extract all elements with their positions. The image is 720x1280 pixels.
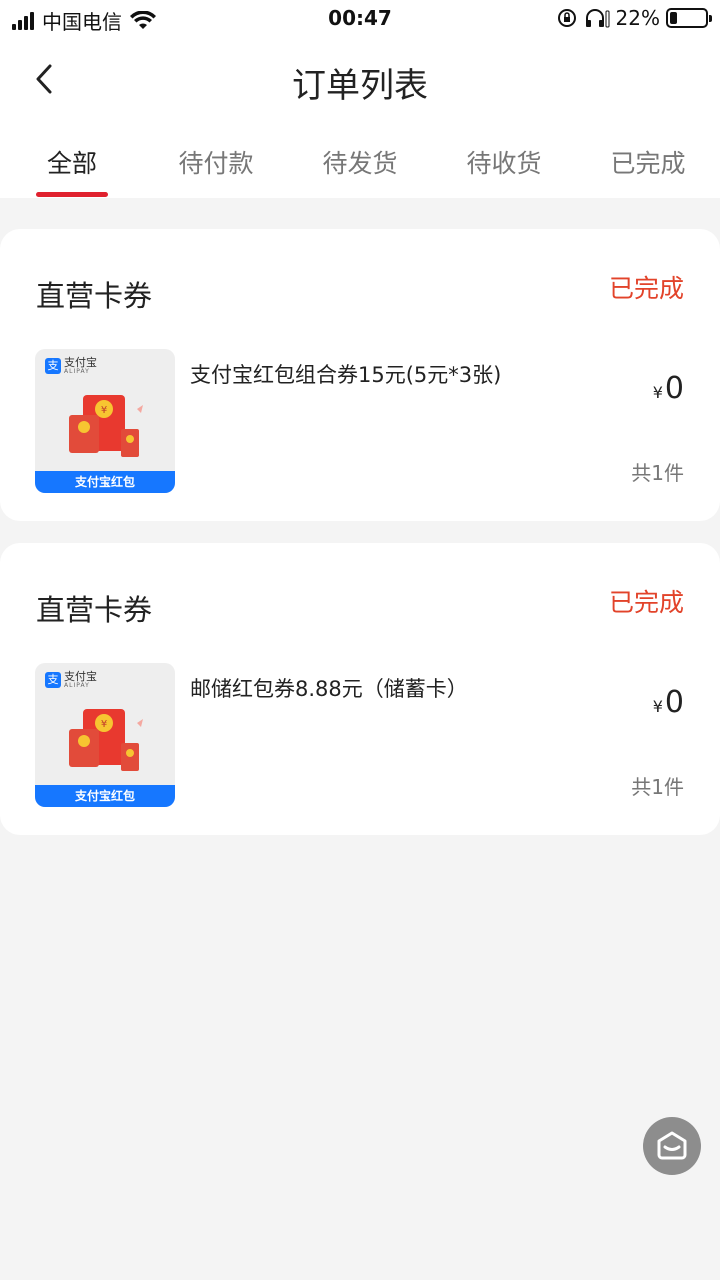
order-card[interactable]: 直营卡券 已完成 支 支付宝 ALIPAY ¥ 支付宝红包 邮储红包券8.88元…	[0, 543, 720, 835]
home-icon	[657, 1131, 687, 1160]
tab-pending-payment[interactable]: 待付款	[144, 124, 288, 198]
order-tabs: 全部 待付款 待发货 待收货 已完成	[0, 124, 720, 198]
tab-label: 待发货	[322, 149, 398, 178]
thumb-logo-sub: ALIPAY	[64, 368, 90, 375]
currency-symbol: ¥	[652, 697, 663, 716]
price-value: 0	[664, 371, 684, 406]
svg-text:¥: ¥	[101, 405, 107, 416]
alipay-logo: 支 支付宝 ALIPAY	[45, 357, 97, 375]
item-count: 共1件	[631, 775, 684, 799]
shop-name: 直营卡券	[36, 593, 153, 627]
shop-name: 直营卡券	[36, 279, 153, 313]
order-status: 已完成	[608, 274, 684, 303]
battery-fill	[670, 12, 677, 24]
tab-pending-shipment[interactable]: 待发货	[288, 124, 432, 198]
nav-bar: 订单列表	[0, 36, 720, 124]
tab-label: 全部	[46, 149, 97, 178]
alipay-logo: 支 支付宝 ALIPAY	[45, 671, 97, 689]
tab-all[interactable]: 全部	[0, 124, 144, 198]
red-envelope-icon: ¥	[69, 709, 143, 771]
tab-label: 已完成	[610, 149, 686, 178]
battery-percent: 22%	[615, 6, 660, 30]
tab-label: 待收货	[466, 149, 542, 178]
tab-completed[interactable]: 已完成	[576, 124, 720, 198]
product-name: 支付宝红包组合券15元(5元*3张)	[190, 363, 502, 387]
order-card[interactable]: 直营卡券 已完成 支 支付宝 ALIPAY ¥ 支付宝红包 支付宝红包组合券15…	[0, 229, 720, 521]
price: ¥0	[653, 685, 684, 720]
battery-icon	[666, 8, 712, 28]
product-name: 邮储红包券8.88元（储蓄卡）	[190, 677, 468, 701]
thumb-logo-sub: ALIPAY	[64, 682, 90, 689]
alipay-icon: 支	[45, 672, 61, 688]
status-right: 22%	[556, 6, 712, 30]
rotation-lock-icon	[557, 9, 576, 27]
order-status: 已完成	[608, 588, 684, 617]
thumb-logo-text: 支付宝	[64, 356, 97, 369]
product-thumbnail[interactable]: 支 支付宝 ALIPAY ¥ 支付宝红包	[35, 663, 175, 807]
status-bar: 中国电信 00:47 22%	[0, 0, 720, 36]
active-tab-indicator	[36, 192, 108, 197]
thumb-logo-text: 支付宝	[64, 670, 97, 683]
tab-label: 待付款	[178, 149, 254, 178]
tab-pending-receipt[interactable]: 待收货	[432, 124, 576, 198]
thumb-banner: 支付宝红包	[35, 785, 175, 807]
item-count: 共1件	[631, 461, 684, 485]
home-float-button[interactable]	[643, 1117, 701, 1175]
currency-symbol: ¥	[652, 383, 663, 402]
red-envelope-icon: ¥	[69, 395, 143, 457]
page-title: 订单列表	[292, 66, 428, 106]
thumb-banner: 支付宝红包	[35, 471, 175, 493]
headphones-icon	[585, 9, 610, 28]
price: ¥0	[653, 371, 684, 406]
alipay-icon: 支	[45, 358, 61, 374]
price-value: 0	[664, 685, 684, 720]
product-thumbnail[interactable]: 支 支付宝 ALIPAY ¥ 支付宝红包	[35, 349, 175, 493]
svg-text:¥: ¥	[101, 719, 107, 730]
